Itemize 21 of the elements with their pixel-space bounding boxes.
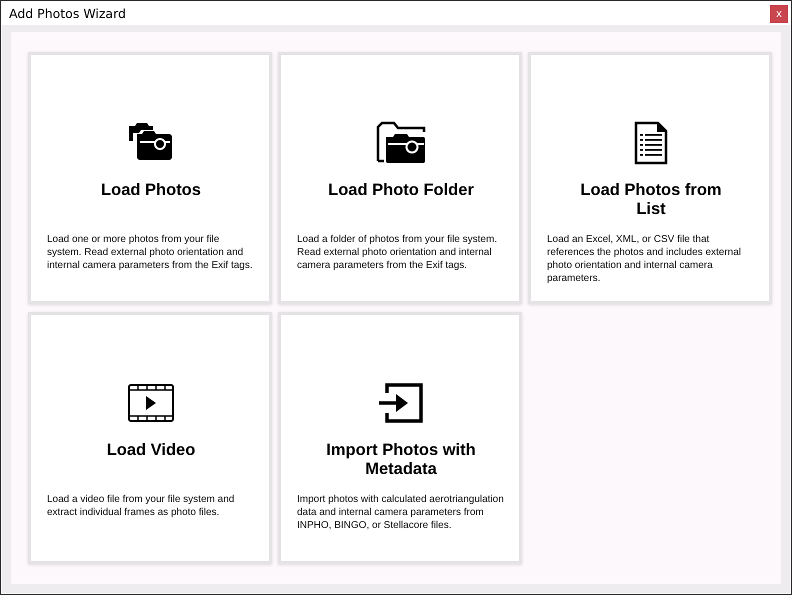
card-description: Load an Excel, XML, or CSV file that references the photos and includes external photo orientation and internal camera parameters.	[547, 233, 742, 285]
card-description: Load a video file from your file system and extract individual frames as photo files.	[47, 493, 236, 520]
card-title: Load Photos	[100, 181, 202, 201]
option-card[interactable]: Load Photos from List Load an Excel, XML, or CSV file that references the photos and includes external photo orientation and internal camera parameters.	[531, 55, 769, 301]
card-description: Load a folder of photos from your file system. Read external photo orientation and internal camera parameters from the Exif tags.	[297, 233, 498, 273]
close-button[interactable]: x	[770, 5, 788, 23]
folder-camera-icon	[376, 121, 426, 165]
option-card[interactable]: Load Photos Load one or more photos from your file system. Read external photo orientation and internal camera parameters from the Exif tags.	[31, 55, 269, 301]
card-title: Load Video	[106, 441, 196, 461]
card-description: Load one or more photos from your file system. Read external photo orientation and internal camera parameters from the Exif tags.	[47, 233, 254, 273]
option-card[interactable]: Import Photos with Metadata Import photos with calculated aerotriangulation data and internal camera parameters from INPHO, BINGO, or Stellacore files.	[281, 315, 519, 561]
option-card[interactable]: Load Photo Folder Load a folder of photos from your file system. Read external photo orientation and internal camera parameters from the Exif tags.	[281, 55, 519, 301]
option-card[interactable]: Load Video Load a video file from your file system and extract individual frames as photo files.	[31, 315, 269, 561]
card-title: Load Photo Folder	[327, 181, 475, 201]
card-description: Import photos with calculated aerotriangulation data and internal camera parameters from INPHO, BINGO, or Stellacore files.	[297, 493, 505, 533]
sign-in-icon	[379, 383, 423, 423]
film-play-icon	[128, 384, 174, 422]
document-list-icon	[634, 121, 668, 165]
card-title: Load Photos from List	[579, 181, 723, 220]
window-title: Add Photos Wizard	[9, 6, 126, 20]
card-title: Import Photos with Metadata	[326, 441, 476, 480]
